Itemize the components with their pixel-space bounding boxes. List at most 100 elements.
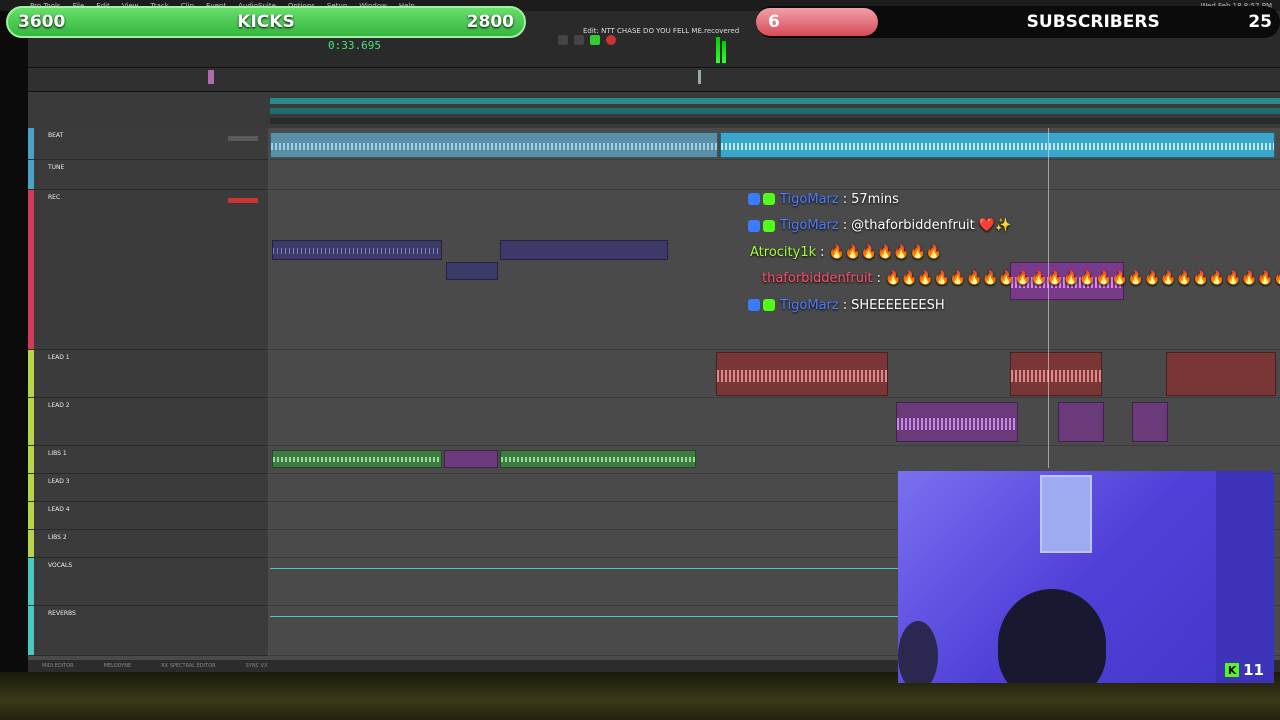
playhead-marker[interactable]	[208, 70, 214, 84]
track-lane[interactable]	[270, 128, 1280, 160]
audio-clip[interactable]	[1010, 352, 1102, 396]
track-color-strip	[28, 606, 34, 655]
track-color-strip	[28, 558, 34, 605]
volume-automation-line[interactable]	[270, 616, 900, 617]
insert-slot[interactable]	[228, 136, 258, 141]
webcam-feed: K 11	[898, 471, 1274, 683]
bottom-tab[interactable]: SYNC VX	[246, 663, 268, 669]
kicks-current: 3600	[18, 12, 66, 32]
track-color-strip	[28, 502, 34, 529]
chat-username: TigoMarz	[780, 218, 839, 234]
main-counter[interactable]: 0:33.695	[328, 39, 381, 52]
kicks-label: KICKS	[237, 12, 295, 32]
track-name: LIBS 1	[48, 450, 67, 457]
track-color-strip	[28, 190, 34, 349]
track-header-beat[interactable]: BEAT	[28, 128, 268, 160]
waveform	[273, 248, 441, 254]
subs-label: SUBSCRIBERS	[1026, 12, 1160, 32]
bottom-tab[interactable]: MIDI EDITOR	[42, 663, 74, 669]
badge-icon	[763, 299, 775, 312]
chat-message: TigoMarz : @thaforbiddenfruit ❤️✨	[748, 213, 1280, 240]
badge-icon	[748, 299, 760, 312]
rewind-button[interactable]	[558, 35, 568, 45]
kicks-target: 2800	[466, 12, 514, 32]
timeline-ruler[interactable]	[28, 68, 1280, 92]
track-header-lead-1[interactable]: LEAD 1	[28, 350, 268, 398]
insert-slot[interactable]	[228, 198, 258, 203]
track-lane[interactable]	[270, 398, 1280, 446]
kick-logo-icon: K	[1225, 663, 1240, 677]
track-name: VOCALS	[48, 562, 73, 569]
output-meter	[722, 41, 726, 63]
bottom-tab[interactable]: MELODYNE	[104, 663, 132, 669]
chat-separator: :	[842, 297, 848, 313]
track-name: REVERBS	[48, 610, 76, 617]
track-header-rec[interactable]: REC	[28, 190, 268, 350]
track-name: LIBS 2	[48, 534, 67, 541]
track-header-reverbs[interactable]: REVERBS	[28, 606, 268, 656]
chat-username: Atrocity1k	[750, 244, 817, 260]
audio-clip[interactable]	[500, 450, 696, 468]
streamer-head	[998, 589, 1106, 683]
audio-clip[interactable]	[896, 402, 1018, 442]
tempo-ruler	[270, 98, 1280, 104]
track-header-lead-4[interactable]: LEAD 4	[28, 502, 268, 530]
chat-text: @thaforbiddenfruit ❤️✨	[851, 218, 1012, 234]
waveform	[717, 369, 887, 383]
subs-current: 6	[768, 12, 780, 32]
waveform	[1011, 369, 1101, 383]
stream-frame: Pro Tools File Edit View Track Clip Even…	[0, 0, 1280, 720]
chat-text: 🔥🔥🔥🔥🔥🔥🔥🔥🔥🔥🔥🔥🔥🔥🔥🔥🔥🔥🔥🔥🔥🔥🔥🔥🔥	[885, 271, 1280, 287]
timeline-marker[interactable]	[698, 70, 701, 84]
audio-clip[interactable]	[446, 262, 498, 280]
chat-separator: :	[876, 271, 882, 287]
badge-icon	[763, 193, 775, 206]
chat-text: 🔥🔥🔥🔥🔥🔥🔥	[828, 244, 942, 260]
track-color-strip	[28, 474, 34, 501]
track-header-libs-1[interactable]: LIBS 1	[28, 446, 268, 474]
track-color-strip	[28, 530, 34, 557]
kick-viewer-badge: K 11	[1225, 661, 1264, 679]
audio-clip[interactable]	[1132, 402, 1168, 442]
track-header-lead-3[interactable]: LEAD 3	[28, 474, 268, 502]
audio-clip[interactable]	[720, 132, 1275, 158]
track-color-strip	[28, 160, 34, 189]
audio-clip[interactable]	[716, 352, 888, 396]
chat-separator: :	[842, 218, 848, 234]
chat-text: SHEEEEEEESH	[851, 297, 945, 313]
subs-progress-fill: 6	[756, 8, 878, 36]
audio-clip[interactable]	[1166, 352, 1276, 396]
markers-ruler	[270, 118, 1280, 124]
audio-clip[interactable]	[270, 132, 718, 158]
audio-clip[interactable]	[1058, 402, 1104, 442]
audio-clip[interactable]	[444, 450, 498, 468]
track-name: REC	[48, 194, 61, 201]
track-header-tune[interactable]: TUNE	[28, 160, 268, 190]
record-button[interactable]	[606, 35, 616, 45]
play-button[interactable]	[590, 35, 600, 45]
background-door	[1216, 471, 1274, 683]
streamer-shoulder	[898, 621, 938, 683]
chat-separator: :	[842, 191, 848, 207]
track-lane[interactable]	[270, 350, 1280, 398]
meter-ruler	[270, 108, 1280, 114]
waveform	[501, 457, 695, 463]
audio-clip[interactable]	[272, 240, 442, 260]
document-title: Edit: NTT CHASE DO YOU FELL ME.recovered	[583, 27, 740, 35]
chat-text: 57mins	[851, 191, 899, 207]
bottom-tab[interactable]: RX SPECTRAL EDITOR	[161, 663, 215, 669]
volume-automation-line[interactable]	[270, 568, 900, 569]
track-header-lead-2[interactable]: LEAD 2	[28, 398, 268, 446]
chat-message: TigoMarz : 57mins	[748, 186, 1280, 213]
chat-message: thaforbiddenfruit : 🔥🔥🔥🔥🔥🔥🔥🔥🔥🔥🔥🔥🔥🔥🔥🔥🔥🔥🔥🔥…	[748, 266, 1280, 293]
track-color-strip	[28, 128, 34, 159]
output-meter	[716, 37, 720, 63]
viewer-count: 11	[1243, 661, 1264, 679]
stop-button[interactable]	[574, 35, 584, 45]
track-header-vocals[interactable]: VOCALS	[28, 558, 268, 606]
chat-message: TigoMarz : SHEEEEEEESH	[748, 292, 1280, 319]
audio-clip[interactable]	[272, 450, 442, 468]
audio-clip[interactable]	[500, 240, 668, 260]
track-header-libs-2[interactable]: LIBS 2	[28, 530, 268, 558]
track-lane[interactable]	[270, 446, 1280, 474]
